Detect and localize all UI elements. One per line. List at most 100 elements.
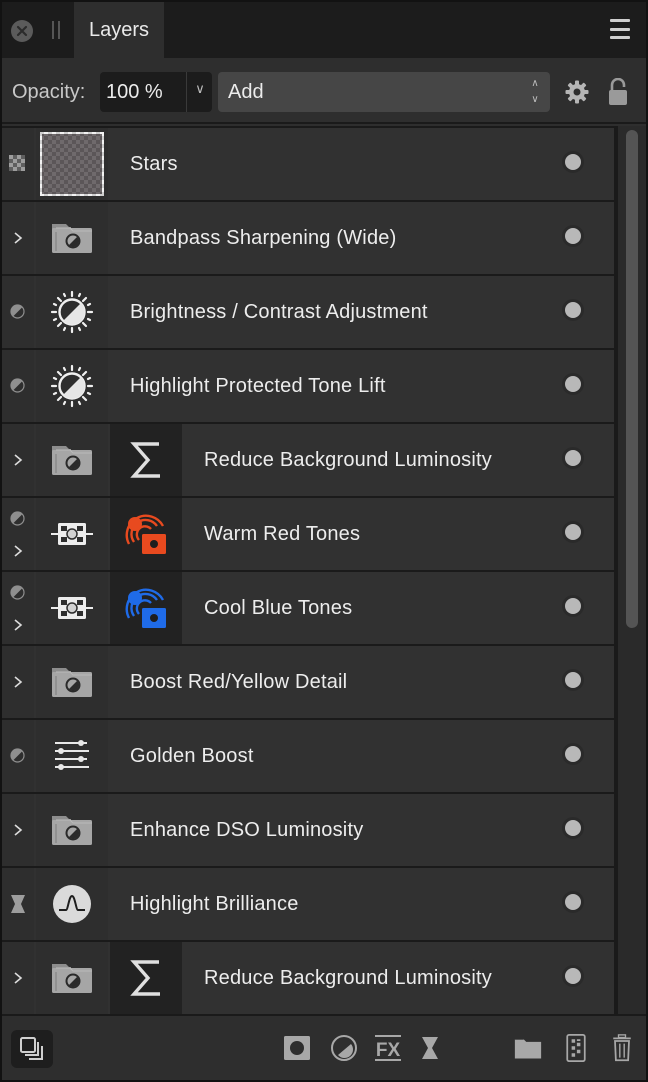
expand-chevron-icon[interactable] bbox=[11, 675, 25, 689]
layer-name[interactable]: Enhance DSO Luminosity bbox=[130, 819, 363, 842]
layer-name[interactable]: Reduce Background Luminosity bbox=[204, 967, 492, 990]
layer-name[interactable]: Golden Boost bbox=[130, 745, 254, 768]
layer-row[interactable]: Reduce Background Luminosity bbox=[2, 424, 614, 496]
expand-chevron-icon[interactable] bbox=[11, 618, 25, 632]
layer-row-controls bbox=[2, 720, 34, 792]
visibility-toggle[interactable] bbox=[565, 154, 581, 170]
layer-thumbnail[interactable] bbox=[36, 276, 108, 348]
mask-layer-icon[interactable] bbox=[283, 1034, 311, 1062]
close-button[interactable] bbox=[11, 20, 33, 42]
visibility-toggle[interactable] bbox=[565, 598, 581, 614]
layer-row[interactable]: Boost Red/Yellow Detail bbox=[2, 646, 614, 718]
drag-grip-icon[interactable] bbox=[52, 21, 60, 39]
pixel-layer-icon bbox=[9, 155, 25, 171]
opacity-field[interactable]: 100 % ∨ bbox=[100, 72, 212, 112]
layer-row[interactable]: Highlight Protected Tone Lift bbox=[2, 350, 614, 422]
layer-thumbnail[interactable] bbox=[36, 942, 108, 1014]
layer-row[interactable]: Enhance DSO Luminosity bbox=[2, 794, 614, 866]
layers-stack-button[interactable] bbox=[11, 1030, 53, 1068]
layer-row-controls bbox=[2, 794, 34, 866]
adjustment-icon bbox=[10, 585, 25, 600]
layer-row[interactable]: Stars bbox=[2, 128, 614, 200]
sigma-icon bbox=[129, 440, 163, 480]
live-filter-icon bbox=[10, 894, 25, 913]
curve-peak-icon bbox=[52, 884, 92, 924]
layer-name[interactable]: Stars bbox=[130, 153, 178, 176]
layer-row-controls bbox=[2, 128, 34, 200]
pixel-layer-icon[interactable] bbox=[562, 1034, 590, 1062]
group-folder-icon bbox=[50, 221, 94, 255]
layer-thumbnail[interactable] bbox=[36, 868, 108, 940]
visibility-toggle[interactable] bbox=[565, 672, 581, 688]
layer-thumbnail[interactable] bbox=[36, 128, 108, 200]
layer-row[interactable]: Cool Blue Tones bbox=[2, 572, 614, 644]
live-filter-icon[interactable] bbox=[416, 1034, 444, 1062]
gear-icon[interactable] bbox=[565, 80, 589, 104]
layer-child-thumbnail[interactable] bbox=[110, 424, 182, 496]
adjustment-icon bbox=[10, 748, 25, 763]
layer-row[interactable]: Brightness / Contrast Adjustment bbox=[2, 276, 614, 348]
visibility-toggle[interactable] bbox=[565, 894, 581, 910]
layer-child-thumbnail[interactable] bbox=[110, 942, 182, 1014]
layer-thumbnail[interactable] bbox=[36, 350, 108, 422]
visibility-toggle[interactable] bbox=[565, 376, 581, 392]
close-icon bbox=[16, 25, 28, 37]
layer-name[interactable]: Cool Blue Tones bbox=[204, 597, 352, 620]
expand-chevron-icon[interactable] bbox=[11, 544, 25, 558]
layer-name[interactable]: Boost Red/Yellow Detail bbox=[130, 671, 347, 694]
visibility-toggle[interactable] bbox=[565, 450, 581, 466]
layer-row[interactable]: Highlight Brilliance bbox=[2, 868, 614, 940]
blend-mode-value: Add bbox=[228, 81, 264, 103]
layer-name[interactable]: Highlight Brilliance bbox=[130, 893, 299, 916]
expand-chevron-icon[interactable] bbox=[11, 971, 25, 985]
layer-child-thumbnail[interactable] bbox=[110, 572, 182, 644]
layer-row[interactable]: Bandpass Sharpening (Wide) bbox=[2, 202, 614, 274]
sigma-icon bbox=[129, 958, 163, 998]
chevron-down-icon[interactable]: ∨ bbox=[190, 81, 210, 97]
visibility-toggle[interactable] bbox=[565, 820, 581, 836]
layer-row-body[interactable] bbox=[110, 128, 614, 200]
visibility-toggle[interactable] bbox=[565, 968, 581, 984]
color-picker-blue-icon bbox=[123, 586, 169, 630]
scrollbar-track[interactable] bbox=[616, 126, 646, 1014]
levels-sliders-icon bbox=[54, 740, 90, 772]
layer-thumbnail[interactable] bbox=[36, 498, 108, 570]
layer-thumbnail[interactable] bbox=[36, 646, 108, 718]
group-folder-icon bbox=[50, 961, 94, 995]
layer-row[interactable]: Golden Boost bbox=[2, 720, 614, 792]
layer-name[interactable]: Brightness / Contrast Adjustment bbox=[130, 301, 428, 324]
visibility-toggle[interactable] bbox=[565, 746, 581, 762]
expand-chevron-icon[interactable] bbox=[11, 453, 25, 467]
group-folder-icon[interactable] bbox=[514, 1034, 542, 1062]
lock-open-icon[interactable] bbox=[608, 78, 628, 106]
group-folder-icon bbox=[50, 443, 94, 477]
layer-row[interactable]: Reduce Background Luminosity bbox=[2, 942, 614, 1014]
visibility-toggle[interactable] bbox=[565, 228, 581, 244]
visibility-toggle[interactable] bbox=[565, 524, 581, 540]
layer-name[interactable]: Warm Red Tones bbox=[204, 523, 360, 546]
layer-child-thumbnail[interactable] bbox=[110, 498, 182, 570]
trash-icon[interactable] bbox=[608, 1034, 636, 1062]
layer-row-controls bbox=[2, 276, 34, 348]
opacity-value[interactable]: 100 % bbox=[106, 81, 163, 104]
layer-row-controls bbox=[2, 498, 34, 570]
layer-name[interactable]: Highlight Protected Tone Lift bbox=[130, 375, 386, 398]
expand-chevron-icon[interactable] bbox=[11, 231, 25, 245]
layer-thumbnail[interactable] bbox=[36, 424, 108, 496]
fx-icon[interactable]: FX bbox=[374, 1034, 402, 1062]
layer-row[interactable]: Warm Red Tones bbox=[2, 498, 614, 570]
layer-thumbnail[interactable] bbox=[36, 202, 108, 274]
layer-thumbnail[interactable] bbox=[36, 572, 108, 644]
expand-chevron-icon[interactable] bbox=[11, 823, 25, 837]
layer-thumbnail[interactable] bbox=[36, 794, 108, 866]
visibility-toggle[interactable] bbox=[565, 302, 581, 318]
layer-name[interactable]: Bandpass Sharpening (Wide) bbox=[130, 227, 396, 250]
blend-mode-select[interactable]: Add ∧ ∨ bbox=[218, 72, 550, 112]
tab-layers[interactable]: Layers bbox=[74, 2, 164, 58]
adjustment-icon[interactable] bbox=[330, 1034, 358, 1062]
layer-row-controls bbox=[2, 868, 34, 940]
layer-thumbnail[interactable] bbox=[36, 720, 108, 792]
scrollbar-thumb[interactable] bbox=[626, 130, 638, 628]
layer-name[interactable]: Reduce Background Luminosity bbox=[204, 449, 492, 472]
hamburger-menu-icon[interactable] bbox=[610, 19, 630, 39]
